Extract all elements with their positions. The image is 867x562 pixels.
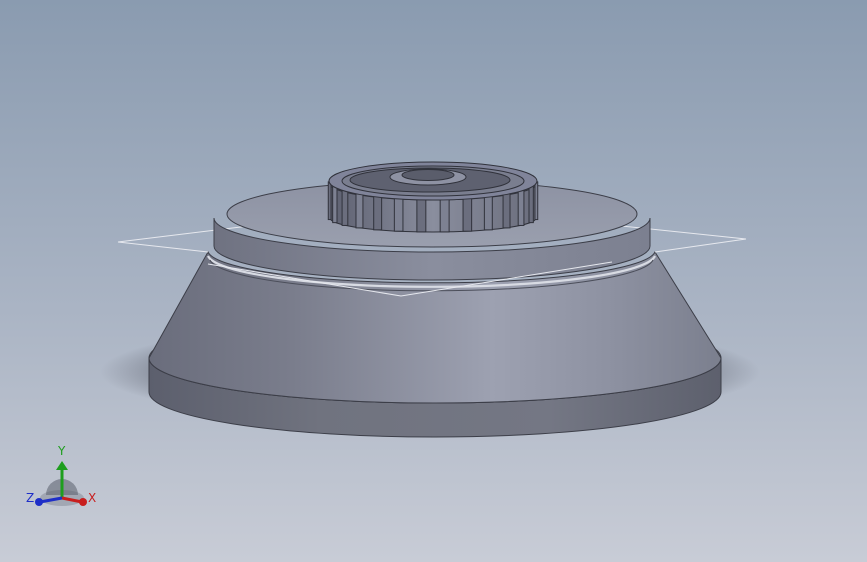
knob-ridge [416, 196, 427, 233]
knob-ridge [439, 196, 450, 233]
knob-ridge [341, 188, 349, 226]
knob-ridge [462, 195, 473, 232]
knurled-knob[interactable] [327, 161, 539, 233]
knob-ridge [528, 185, 534, 224]
knob-ridge [327, 181, 332, 221]
triad-y-label: Y [57, 444, 66, 458]
knob-ridge [332, 185, 338, 224]
knob-ridge [502, 191, 511, 229]
knob-ridge [373, 193, 383, 231]
viewport-background [0, 0, 867, 562]
knob-hole [401, 169, 455, 181]
triad-z-label: Z [26, 491, 34, 505]
triad-x-knob [79, 498, 87, 506]
triad-z-knob [35, 498, 43, 506]
triad-x-label: X [88, 491, 96, 505]
knob-ridge [534, 181, 539, 221]
knob-ridge [355, 191, 364, 229]
knob-ridge [483, 193, 493, 231]
3d-scene[interactable]: Y X Z [0, 0, 867, 562]
graphics-viewport[interactable]: Y X Z [0, 0, 867, 562]
knob-ridge [393, 195, 404, 232]
knob-ridge [517, 188, 525, 226]
